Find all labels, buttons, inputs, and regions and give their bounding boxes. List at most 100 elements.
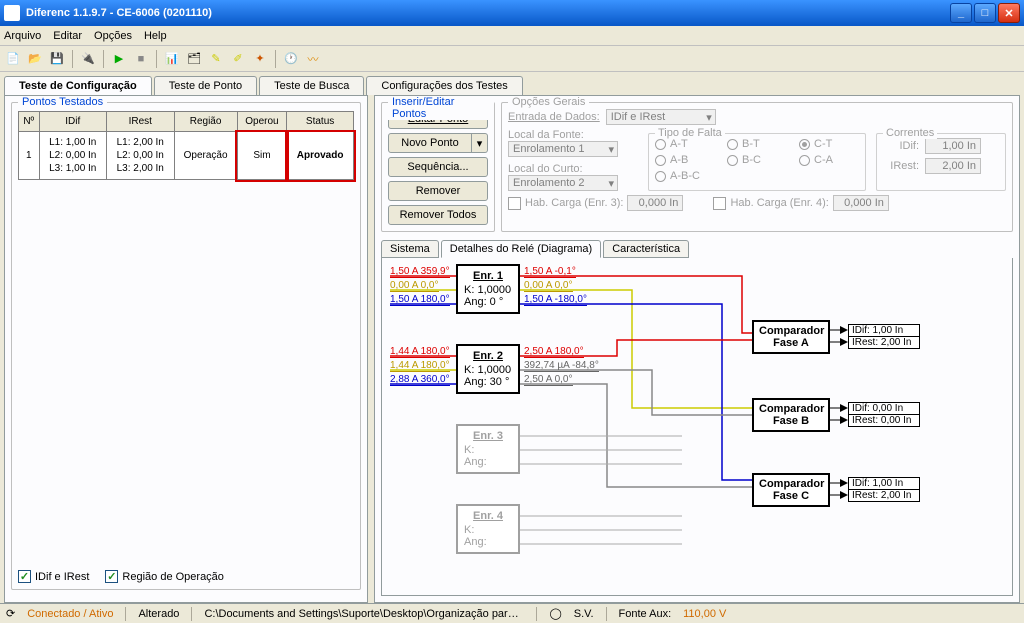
enr1-in-b: 0,00 A 0,0°	[390, 280, 439, 292]
local-fonte-select: Enrolamento 1	[508, 141, 618, 157]
status-path: C:\Documents and Settings\Suporte\Deskto…	[204, 608, 524, 620]
status-fonte-label: Fonte Aux:	[619, 608, 672, 620]
comp-a: Comparador Fase A	[752, 320, 830, 354]
novo-ponto-button[interactable]: Novo Ponto	[388, 133, 472, 153]
col-irest[interactable]: IRest	[107, 112, 175, 132]
sequencia-button[interactable]: Sequência...	[388, 157, 488, 177]
tool1-icon[interactable]: 📊	[163, 50, 181, 68]
status-fonte-value: 110,00 V	[683, 608, 726, 620]
status-conectado: Conectado / Ativo	[27, 608, 113, 620]
enr3-block: Enr. 3 K:Ang:	[456, 424, 520, 474]
save-icon[interactable]: 💾	[48, 50, 66, 68]
radio-ct: C-T	[799, 138, 859, 150]
idif-input: 1,00 In	[925, 138, 981, 154]
comp-b: Comparador Fase B	[752, 398, 830, 432]
subtab-carac[interactable]: Característica	[603, 240, 689, 258]
open-icon[interactable]: 📂	[26, 50, 44, 68]
tool2-icon[interactable]: 🗂	[185, 50, 203, 68]
local-curto-label: Local do Curto:	[508, 163, 638, 175]
tab-busca[interactable]: Teste de Busca	[259, 76, 364, 95]
enr2-out-b: 392,74 µA -84,8°	[524, 360, 599, 372]
local-fonte-label: Local da Fonte:	[508, 129, 638, 141]
enr4-block: Enr. 4 K:Ang:	[456, 504, 520, 554]
chk-idif-irest[interactable]: ✓IDif e IRest	[18, 570, 89, 583]
enr2-in-a: 1,44 A 180,0°	[390, 346, 450, 358]
enr2-in-c: 2,88 A 360,0°	[390, 374, 450, 386]
entrada-select: IDif e IRest	[606, 109, 716, 125]
maximize-button[interactable]: □	[974, 3, 996, 23]
menu-help[interactable]: Help	[144, 30, 167, 42]
remover-todos-button[interactable]: Remover Todos	[388, 205, 488, 225]
minimize-button[interactable]: _	[950, 3, 972, 23]
col-regiao[interactable]: Região	[174, 112, 237, 132]
enr1-out-c: 1,50 A -180,0°	[524, 294, 587, 306]
clock-icon[interactable]: 🕐	[282, 50, 300, 68]
new-icon[interactable]: 📄	[4, 50, 22, 68]
diagram-area: 1,50 A 359,9° 0,00 A 0,0° 1,50 A 180,0° …	[381, 258, 1013, 596]
subtabstrip: Sistema Detalhes do Relé (Diagrama) Cara…	[381, 240, 1013, 258]
enr2-in-b: 1,44 A 180,0°	[390, 360, 450, 372]
entrada-label: Entrada de Dados:	[508, 111, 600, 123]
status-sv: S.V.	[574, 608, 594, 620]
radio-ab: A-B	[655, 154, 715, 166]
col-n[interactable]: Nº	[19, 112, 40, 132]
radio-bc: B-C	[727, 154, 787, 166]
main-tabstrip: Teste de Configuração Teste de Ponto Tes…	[0, 72, 1024, 95]
out-a-irest: IRest: 2,00 In	[848, 336, 920, 349]
app-icon	[4, 5, 20, 21]
connect-icon[interactable]: 🔌	[79, 50, 97, 68]
enr1-out-b: 0,00 A 0,0°	[524, 280, 573, 292]
status-alterado: Alterado	[138, 608, 179, 620]
subtab-sistema[interactable]: Sistema	[381, 240, 439, 258]
tool3-icon[interactable]: ✎	[207, 50, 225, 68]
statusbar: ⟳ Conectado / Ativo Alterado C:\Document…	[0, 603, 1024, 623]
play-icon[interactable]: ▶	[110, 50, 128, 68]
chk-regiao[interactable]: ✓Região de Operação	[105, 570, 224, 583]
refresh-icon[interactable]: ⟳	[6, 607, 15, 620]
titlebar: Diferenc 1.1.9.7 - CE-6006 (0201110) _ □…	[0, 0, 1024, 26]
tab-ponto[interactable]: Teste de Ponto	[154, 76, 257, 95]
tab-settings[interactable]: Configurações dos Testes	[366, 76, 522, 95]
out-c-irest: IRest: 2,00 In	[848, 489, 920, 502]
hab4-input: 0,000 In	[833, 195, 889, 211]
tool5-icon[interactable]: ✦	[251, 50, 269, 68]
wave-icon[interactable]: 〰	[304, 50, 322, 68]
local-curto-select: Enrolamento 2	[508, 175, 618, 191]
enr1-in-c: 1,50 A 180,0°	[390, 294, 450, 306]
pontos-table: Nº IDif IRest Região Operou Status 1 L1:…	[18, 111, 354, 180]
tool4-icon[interactable]: ✐	[229, 50, 247, 68]
menu-editar[interactable]: Editar	[53, 30, 82, 42]
menu-arquivo[interactable]: Arquivo	[4, 30, 41, 42]
hab3-input: 0,000 In	[627, 195, 683, 211]
stop-icon[interactable]: ■	[132, 50, 150, 68]
radio-bt: B-T	[727, 138, 787, 150]
subtab-detalhes[interactable]: Detalhes do Relé (Diagrama)	[441, 240, 601, 258]
opcoes-gerais-group: Opções Gerais Entrada de Dados: IDif e I…	[501, 102, 1013, 232]
radio-abc: A-B-C	[655, 170, 715, 182]
novo-ponto-dropdown[interactable]: ▾	[472, 133, 488, 153]
enr1-out-a: 1,50 A -0,1°	[524, 266, 576, 278]
col-status[interactable]: Status	[287, 112, 354, 132]
enr2-block: Enr. 2 K: 1,0000Ang: 30 °	[456, 344, 520, 394]
remover-button[interactable]: Remover	[388, 181, 488, 201]
radio-at: A-T	[655, 138, 715, 150]
tab-config[interactable]: Teste de Configuração	[4, 76, 152, 95]
enr2-out-a: 2,50 A 180,0°	[524, 346, 584, 358]
enr1-block: Enr. 1 K: 1,0000Ang: 0 °	[456, 264, 520, 314]
col-operou[interactable]: Operou	[237, 112, 287, 132]
menu-opcoes[interactable]: Opções	[94, 30, 132, 42]
radio-ca: C-A	[799, 154, 859, 166]
insert-edit-group: Inserir/Editar Pontos Editar Ponto Novo …	[381, 102, 495, 232]
enr1-in-a: 1,50 A 359,9°	[390, 266, 450, 278]
window-title: Diferenc 1.1.9.7 - CE-6006 (0201110)	[26, 7, 950, 19]
enr2-out-c: 2,50 A 0,0°	[524, 374, 573, 386]
toolbar: 📄 📂 💾 🔌 ▶ ■ 📊 🗂 ✎ ✐ ✦ 🕐 〰	[0, 46, 1024, 72]
comp-c: Comparador Fase C	[752, 473, 830, 507]
out-b-irest: IRest: 0,00 In	[848, 414, 920, 427]
close-button[interactable]: ✕	[998, 3, 1020, 23]
col-idif[interactable]: IDif	[39, 112, 107, 132]
irest-input: 2,00 In	[925, 158, 981, 174]
pontos-testados-title: Pontos Testados	[18, 96, 107, 108]
table-row[interactable]: 1 L1: 1,00 In L2: 0,00 In L3: 1,00 In L1…	[19, 132, 354, 180]
menubar: Arquivo Editar Opções Help	[0, 26, 1024, 46]
